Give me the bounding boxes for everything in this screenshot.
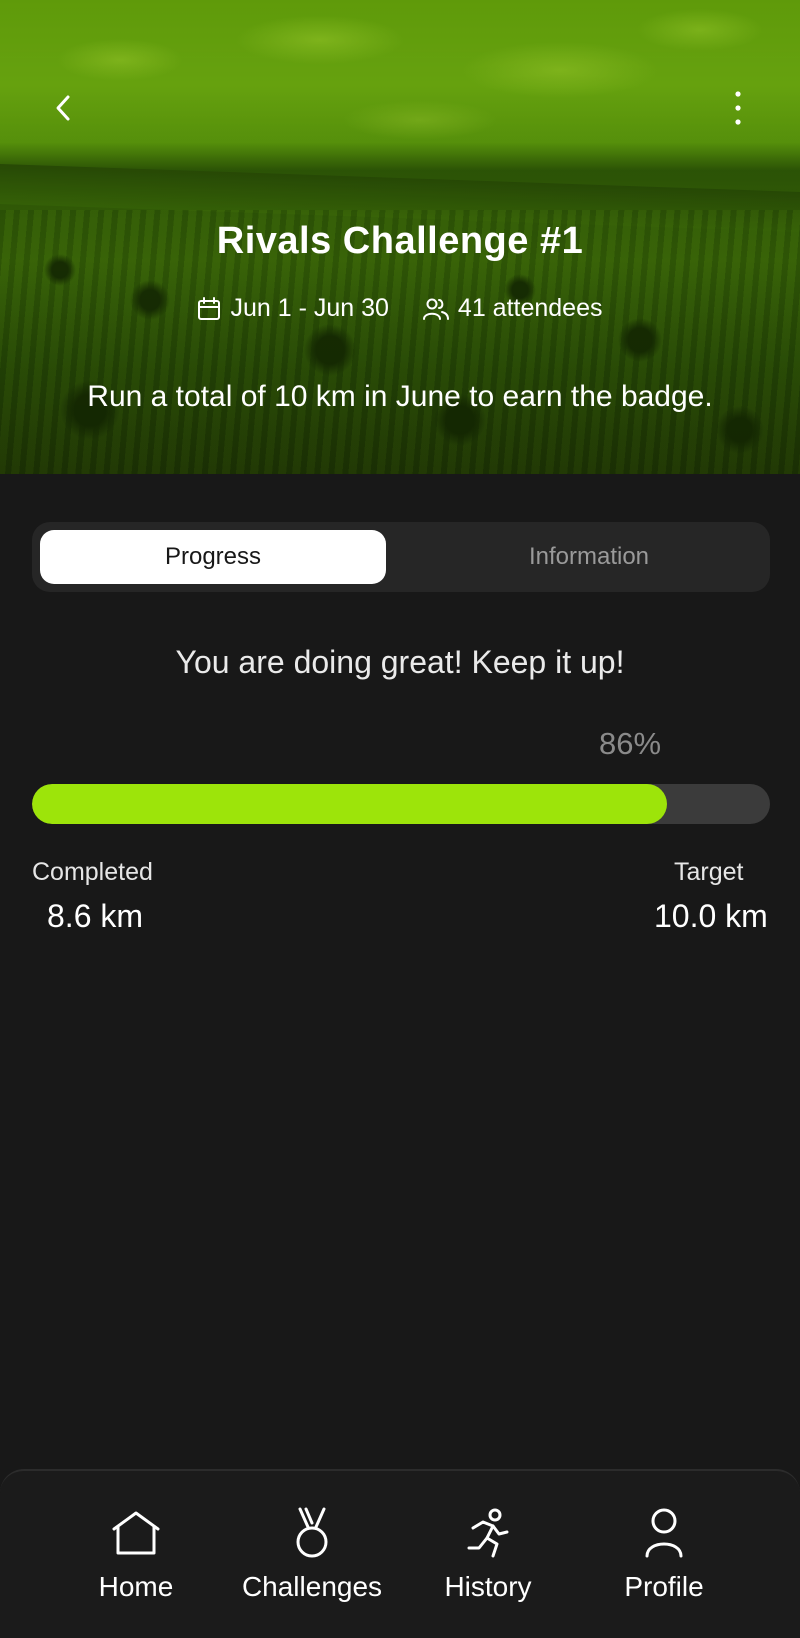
tab-switcher: Progress Information (32, 522, 770, 592)
more-options-button[interactable] (716, 86, 760, 130)
challenge-attendees-text: 41 attendees (457, 294, 603, 322)
nav-history-label: History (444, 1571, 532, 1602)
medal-icon (284, 1505, 340, 1561)
challenge-title: Rivals Challenge #1 (216, 220, 584, 262)
hero-banner: Rivals Challenge #1 Jun 1 - Jun 30 41 at… (0, 0, 800, 474)
challenge-dates: Jun 1 - Jun 30 (197, 294, 389, 323)
nav-profile-label: Profile (624, 1571, 704, 1602)
encouragement-message: You are doing great! Keep it up! (175, 644, 625, 680)
challenge-dates-text: Jun 1 - Jun 30 (230, 294, 389, 322)
nav-home[interactable]: Home (48, 1505, 224, 1615)
nav-challenges[interactable]: Challenges (224, 1505, 400, 1615)
home-icon (108, 1505, 164, 1561)
target-value: 10.0 km (654, 898, 768, 934)
tab-progress[interactable]: Progress (40, 530, 386, 584)
user-icon (636, 1505, 692, 1561)
more-vertical-icon (735, 91, 741, 125)
nav-history[interactable]: History (400, 1505, 576, 1615)
nav-home-label: Home (98, 1571, 174, 1602)
progress-percent: 86% (598, 726, 662, 761)
bottom-navigation: Home Challenges History Profile (0, 1469, 800, 1638)
target-label: Target (674, 858, 744, 886)
chevron-left-icon (56, 95, 70, 121)
runner-icon (460, 1505, 516, 1561)
nav-profile[interactable]: Profile (576, 1505, 752, 1615)
users-icon (422, 298, 449, 320)
calendar-icon (198, 296, 221, 320)
challenge-attendees: 41 attendees (422, 294, 603, 323)
challenge-description: Run a total of 10 km in June to earn the… (87, 380, 713, 413)
challenge-meta: Jun 1 - Jun 30 41 attendees (0, 294, 800, 323)
progress-bar (32, 784, 770, 824)
nav-challenges-label: Challenges (241, 1571, 383, 1602)
progress-bar-fill (32, 784, 667, 824)
completed-value: 8.6 km (47, 898, 144, 934)
back-button[interactable] (42, 86, 86, 130)
completed-label: Completed (32, 858, 153, 886)
tab-information[interactable]: Information (416, 530, 762, 584)
